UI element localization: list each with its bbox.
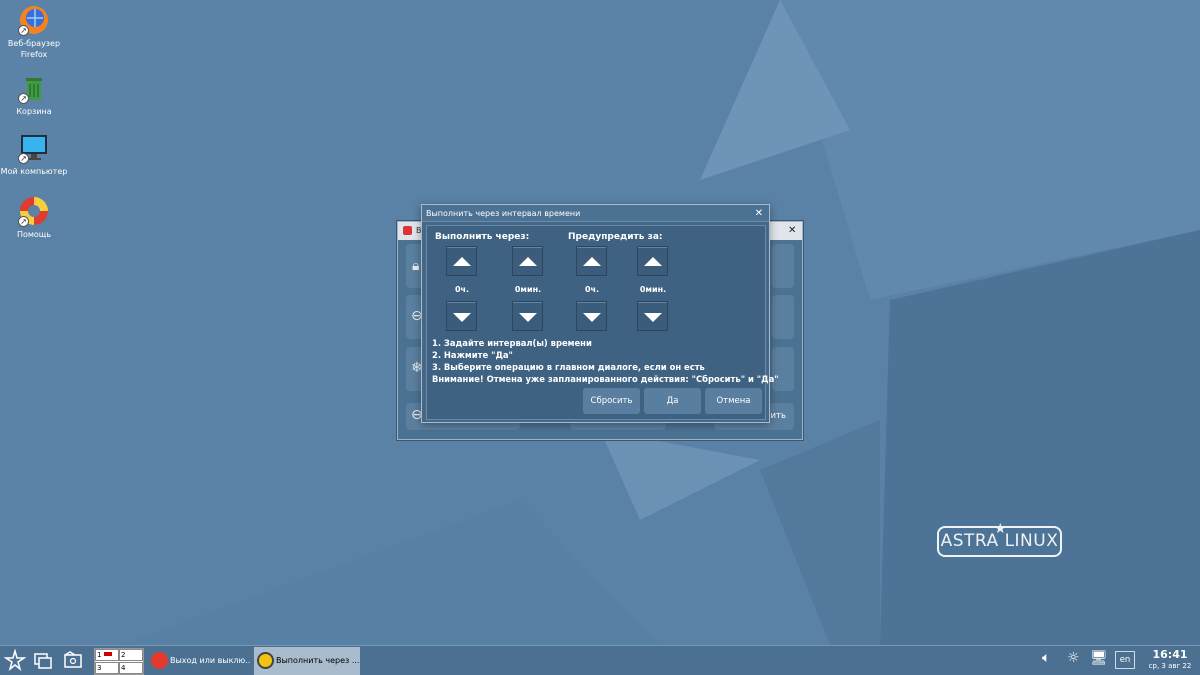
warn-hours-up-button[interactable] [576, 246, 607, 276]
close-icon[interactable]: ✕ [755, 205, 763, 222]
reset-button[interactable]: Сбросить [583, 388, 640, 414]
workspace-1[interactable]: 1 [95, 649, 119, 661]
instruction-line: 1. Задайте интервал(ы) времени [432, 338, 592, 348]
run-minutes-down-button[interactable] [512, 301, 543, 331]
warn-minutes-value: 0мин. [639, 285, 667, 294]
triangle-up-icon [644, 257, 662, 266]
lock-icon: 🔒︎ [412, 258, 420, 274]
workspace-label: 4 [121, 664, 126, 672]
interval-dialog-title: Выполнить через интервал времени [426, 209, 581, 218]
yes-button[interactable]: Да [644, 388, 701, 414]
task-label: Выход или выклю... [170, 656, 250, 665]
desktop-icon-label: Мой компьютер [0, 167, 68, 176]
run-hours-up-button[interactable] [446, 246, 477, 276]
astra-linux-logo: ★ ASTRA LINUX [937, 521, 1062, 557]
triangle-down-icon [644, 313, 662, 322]
task-shutdown[interactable]: Выход или выклю... [148, 647, 250, 675]
workspace-label: 1 [97, 651, 102, 659]
computer-icon: ↗ [18, 132, 50, 164]
alarm-clock-icon [257, 652, 274, 669]
desktop-icon-label: Веб-браузер Firefox [7, 39, 61, 59]
desktop-icon-help[interactable]: ↗ Помощь [0, 195, 68, 240]
run-hours-down-button[interactable] [446, 301, 477, 331]
triangle-down-icon [453, 313, 471, 322]
run-minutes-value: 0мин. [514, 285, 542, 294]
workspace-4[interactable]: 4 [119, 662, 143, 674]
action-panel-right-3[interactable] [772, 347, 794, 391]
workspace-3[interactable]: 3 [95, 662, 119, 674]
keyboard-layout-indicator[interactable]: en [1115, 651, 1135, 669]
triangle-up-icon [519, 257, 537, 266]
power-icon [403, 226, 412, 235]
workspace-pager[interactable]: 1 2 3 4 [94, 648, 144, 675]
warn-before-label: Предупредить за: [568, 232, 663, 242]
clock-date[interactable]: ср, 3 авг 22 [1144, 662, 1196, 670]
desktop-icon-label: Корзина [16, 107, 52, 116]
action-panel-label: ить [770, 411, 787, 421]
warn-minutes-down-button[interactable] [637, 301, 668, 331]
run-hours-value: 0ч. [454, 285, 470, 294]
workspace-label: 2 [121, 651, 126, 659]
instruction-line: 3. Выберите операцию в главном диалоге, … [432, 362, 705, 372]
start-menu-icon[interactable] [3, 648, 27, 673]
trash-icon: ↗ [18, 72, 50, 104]
cancel-button[interactable]: Отмена [705, 388, 762, 414]
close-icon[interactable]: ✕ [788, 222, 796, 240]
desktop-icon-trash[interactable]: ↗ Корзина [0, 72, 68, 117]
action-panel-right-1[interactable] [772, 244, 794, 288]
workspace-2[interactable]: 2 [119, 649, 143, 661]
power-icon [151, 652, 168, 669]
triangle-down-icon [519, 313, 537, 322]
run-minutes-up-button[interactable] [512, 246, 543, 276]
interval-dialog-titlebar[interactable]: Выполнить через интервал времени ✕ [422, 205, 769, 222]
warning-line: Внимание! Отмена уже запланированного де… [432, 374, 779, 384]
show-windows-icon[interactable] [31, 649, 55, 673]
desktop-icon-label: Помощь [16, 230, 52, 239]
firefox-icon: ↗ [18, 4, 50, 36]
brightness-icon[interactable]: ☼ [1067, 650, 1080, 666]
file-manager-icon[interactable] [61, 649, 85, 673]
desktop-icon-my-computer[interactable]: ↗ Мой компьютер [0, 132, 68, 177]
network-icon[interactable]: 🖥︎ [1090, 650, 1108, 666]
triangle-down-icon [583, 313, 601, 322]
warn-minutes-up-button[interactable] [637, 246, 668, 276]
taskbar: 1 2 3 4 Выход или выклю... Выполнить чер… [0, 645, 1200, 675]
instruction-line: 2. Нажмите "Да" [432, 350, 513, 360]
clock-time[interactable]: 16:41 [1146, 648, 1194, 661]
task-interval-dialog[interactable]: Выполнить через ... [254, 647, 360, 675]
warn-hours-value: 0ч. [584, 285, 600, 294]
desktop-icon-firefox[interactable]: ↗ Веб-браузер Firefox [0, 4, 68, 60]
volume-icon[interactable]: 🔈︎ [1042, 650, 1050, 666]
logo-star-icon: ★ [994, 521, 1008, 537]
warn-hours-down-button[interactable] [576, 301, 607, 331]
workspace-label: 3 [97, 664, 102, 672]
triangle-up-icon [453, 257, 471, 266]
help-lifebuoy-icon: ↗ [18, 195, 50, 227]
task-label: Выполнить через ... [276, 656, 360, 665]
action-panel-right-2[interactable] [772, 295, 794, 339]
interval-dialog[interactable]: Выполнить через интервал времени ✕ Выпол… [421, 204, 779, 423]
window-thumbnail [104, 652, 112, 656]
triangle-up-icon [583, 257, 601, 266]
run-after-label: Выполнить через: [435, 232, 530, 242]
